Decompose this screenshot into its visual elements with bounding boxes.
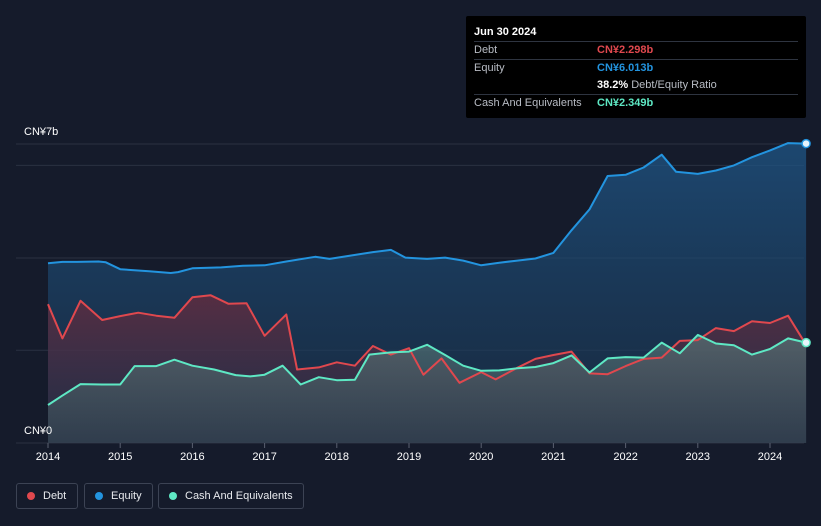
tooltip-ratio-value: 38.2% xyxy=(597,79,629,91)
legend-equity-label: Equity xyxy=(111,490,142,502)
x-tick-label: 2023 xyxy=(686,451,710,463)
data-tooltip: Jun 30 2024 Debt CN¥2.298b Equity CN¥6.0… xyxy=(466,16,806,118)
legend-debt-label: Debt xyxy=(43,490,67,502)
tooltip-cash-label: Cash And Equivalents xyxy=(474,97,582,109)
legend-debt[interactable]: Debt xyxy=(16,483,78,509)
tooltip-debt-row: Debt CN¥2.298b xyxy=(474,41,798,58)
x-tick-label: 2018 xyxy=(325,451,349,463)
tooltip-date: Jun 30 2024 xyxy=(474,26,537,38)
equity-end-marker xyxy=(801,138,811,149)
x-tick-label: 2021 xyxy=(541,451,565,463)
tooltip-cash-value: CN¥2.349b xyxy=(597,97,654,109)
x-tick-label: 2020 xyxy=(469,451,493,463)
legend-equity[interactable]: Equity xyxy=(84,483,153,509)
x-tick-label: 2016 xyxy=(180,451,204,463)
tooltip-equity-value: CN¥6.013b xyxy=(597,62,654,74)
x-tick-label: 2014 xyxy=(36,451,60,463)
tooltip-ratio-row: 38.2% Debt/Equity Ratio xyxy=(474,77,798,93)
tooltip-debt-value: CN¥2.298b xyxy=(597,44,654,56)
equity-dot-icon xyxy=(95,492,103,500)
y-axis-top-label: CN¥7b xyxy=(24,126,59,138)
tooltip-ratio-label: Debt/Equity Ratio xyxy=(631,79,717,91)
tooltip-cash-row: Cash And Equivalents CN¥2.349b xyxy=(474,94,798,111)
x-axis-ticks: 2014 2015 2016 2017 2018 2019 2020 2021 2022 2023… xyxy=(36,443,782,463)
legend-cash[interactable]: Cash And Equivalents xyxy=(158,483,304,509)
x-tick-label: 2024 xyxy=(758,451,782,463)
x-tick-label: 2022 xyxy=(613,451,637,463)
series-areas xyxy=(48,143,807,443)
x-tick-label: 2017 xyxy=(252,451,276,463)
legend-cash-label: Cash And Equivalents xyxy=(185,490,293,502)
y-axis-bottom-label: CN¥0 xyxy=(24,425,53,437)
cash-dot-icon xyxy=(169,492,177,500)
tooltip-debt-label: Debt xyxy=(474,44,498,56)
x-tick-label: 2019 xyxy=(397,451,421,463)
cash-end-marker xyxy=(801,337,811,348)
tooltip-equity-row: Equity CN¥6.013b xyxy=(474,59,798,76)
debt-dot-icon xyxy=(27,492,35,500)
tooltip-equity-label: Equity xyxy=(474,62,505,74)
x-tick-label: 2015 xyxy=(108,451,132,463)
